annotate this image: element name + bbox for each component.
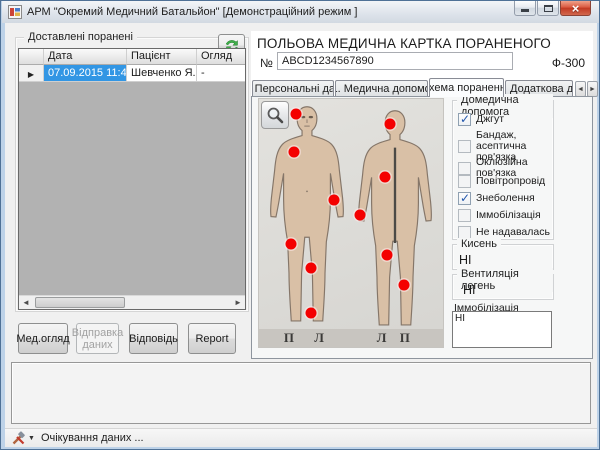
med-exam-button[interactable]: Мед.огляд: [18, 323, 68, 354]
wound-marker[interactable]: [306, 308, 317, 319]
send-data-button: Відправка даних: [76, 323, 119, 354]
reply-button[interactable]: Відповідь: [129, 323, 178, 354]
window-title: АРМ "Окремий Медичний Батальйон" [Демонс…: [27, 6, 357, 18]
wound-marker[interactable]: [354, 210, 365, 221]
table-empty-area: [19, 82, 245, 295]
horizontal-scrollbar[interactable]: ◄ ►: [19, 295, 245, 309]
table-row[interactable]: ▶ 07.09.2015 11:45 Шевченко Я.М. -: [19, 65, 245, 82]
tab-personal-data[interactable]: 1. Персональні дані: [252, 80, 334, 97]
tab-medical-aid[interactable]: 2.1. Медична допомога: [335, 80, 428, 97]
ventilation-group: Вентиляція легень НІ: [452, 274, 554, 300]
figure-letter: П: [284, 330, 294, 346]
cell-exam[interactable]: -: [197, 65, 245, 82]
maximize-button[interactable]: [537, 1, 559, 16]
maximize-icon: [544, 5, 553, 12]
close-icon: ×: [572, 2, 580, 15]
scrollbar-track[interactable]: [33, 296, 231, 309]
close-button[interactable]: ×: [560, 1, 591, 16]
header-selector: [19, 49, 44, 65]
checkbox-label: Знеболення: [476, 193, 535, 204]
app-icon: [8, 5, 22, 19]
cell-patient[interactable]: Шевченко Я.М.: [127, 65, 197, 82]
wound-scheme-page: П Л Л П Домедична допомога Джгут Бан: [251, 96, 593, 359]
wound-marker[interactable]: [384, 118, 395, 129]
ventilation-value: НІ: [463, 283, 476, 297]
body-diagram[interactable]: П Л Л П: [258, 98, 444, 348]
oxygen-value: НІ: [459, 253, 472, 267]
header-date[interactable]: Дата: [44, 49, 127, 65]
cell-date[interactable]: 07.09.2015 11:45: [44, 65, 127, 82]
card-number-input[interactable]: [277, 52, 513, 70]
header-patient[interactable]: Пацієнт: [127, 49, 197, 65]
wound-marker[interactable]: [285, 238, 296, 249]
checkbox-label: Іммобілізація: [476, 210, 541, 221]
report-button[interactable]: Report: [188, 323, 236, 354]
status-text: Очікування даних ...: [41, 432, 144, 444]
patients-table: Дата Пацієнт Огляд ▶ 07.09.2015 11:45 Ше…: [18, 48, 246, 310]
wound-markers-layer: [259, 99, 443, 347]
row-selector[interactable]: ▶: [19, 65, 44, 82]
checkbox-airway[interactable]: Повітропровід: [458, 175, 545, 188]
figure-letter: П: [400, 330, 410, 346]
checkbox-label: Повітропровід: [476, 176, 545, 187]
table-header: Дата Пацієнт Огляд: [19, 49, 245, 65]
checkbox-immobilization[interactable]: Іммобілізація: [458, 209, 541, 222]
premedical-aid-group: Домедична допомога Джгут Бандаж, асептич…: [452, 100, 554, 240]
checkbox-label: Джгут: [476, 114, 504, 125]
oxygen-label: Кисень: [457, 238, 501, 250]
checkbox-label: Не надавалась: [476, 227, 550, 238]
wound-marker[interactable]: [381, 249, 392, 260]
checkbox-tourniquet[interactable]: Джгут: [458, 113, 504, 126]
delivered-wounded-title: Доставлені поранені: [24, 31, 137, 43]
status-dropdown-icon[interactable]: ▼: [28, 435, 35, 442]
checkbox-anesthesia[interactable]: Знеболення: [458, 192, 535, 205]
tab-scroll-right-icon[interactable]: ►: [587, 81, 598, 97]
medical-card-panel: ПОЛЬОВА МЕДИЧНА КАРТКА ПОРАНЕНОГО № Ф-30…: [251, 31, 593, 359]
checkbox-icon[interactable]: [458, 113, 471, 126]
figure-letter: Л: [377, 330, 387, 346]
wound-marker[interactable]: [399, 279, 410, 290]
minimize-button[interactable]: [514, 1, 536, 16]
title-bar[interactable]: АРМ "Окремий Медичний Батальйон" [Демонс…: [2, 1, 599, 23]
wound-marker[interactable]: [329, 195, 340, 206]
checkbox-icon[interactable]: [458, 192, 471, 205]
scrollbar-thumb[interactable]: [35, 297, 125, 308]
delivered-wounded-group: Доставлені поранені Дата Пацієнт Огляд ▶…: [15, 37, 249, 312]
app-window: АРМ "Окремий Медичний Батальйон" [Демонс…: [0, 0, 600, 450]
figure-label-band: П Л Л П: [259, 329, 443, 347]
status-bar: ▼ Очікування даних ...: [5, 428, 597, 447]
oxygen-group: Кисень НІ: [452, 244, 554, 270]
card-title: ПОЛЬОВА МЕДИЧНА КАРТКА ПОРАНЕНОГО: [257, 36, 551, 51]
immobilization-textbox[interactable]: НІ: [452, 311, 552, 348]
header-exam[interactable]: Огляд: [197, 49, 245, 65]
wound-marker[interactable]: [306, 262, 317, 273]
checkbox-icon[interactable]: [458, 209, 471, 222]
checkbox-icon[interactable]: [458, 175, 471, 188]
checkbox-icon[interactable]: [458, 140, 471, 153]
magnifier-icon: [266, 106, 285, 125]
card-number-label: №: [260, 56, 273, 70]
scroll-right-icon[interactable]: ►: [231, 296, 245, 309]
wound-marker[interactable]: [379, 172, 390, 183]
minimize-icon: [521, 9, 529, 12]
form-code: Ф-300: [552, 56, 585, 70]
tab-wound-scheme[interactable]: Схема поранення: [429, 78, 504, 97]
aid-column: Домедична допомога Джгут Бандаж, асептич…: [452, 98, 554, 346]
figure-letter: Л: [314, 330, 324, 346]
wound-marker[interactable]: [290, 108, 301, 119]
scroll-left-icon[interactable]: ◄: [19, 296, 33, 309]
magnifier-button[interactable]: [261, 101, 289, 129]
message-panel: [11, 362, 591, 424]
wound-marker[interactable]: [288, 146, 299, 157]
tab-scroll-left-icon[interactable]: ◄: [575, 81, 586, 97]
tools-icon: [11, 431, 26, 446]
checkbox-icon[interactable]: [458, 162, 471, 175]
